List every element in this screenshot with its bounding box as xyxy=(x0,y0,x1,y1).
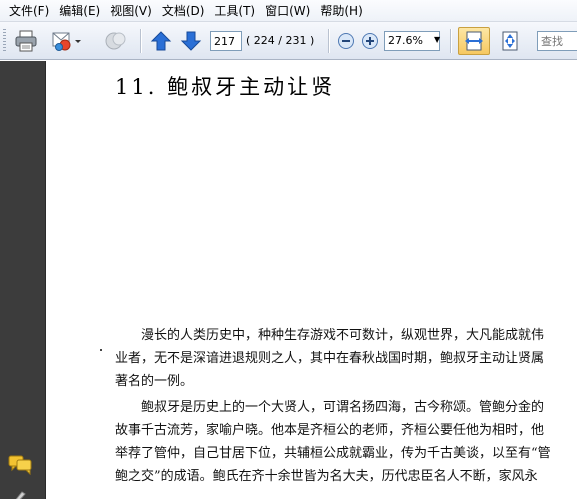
menu-edit[interactable]: 编辑(E) xyxy=(54,2,105,19)
prev-page-button[interactable] xyxy=(148,27,174,55)
text-line: 业者，无不是深谙进退规则之人，其中在春秋战国时期，鲍叔牙主动让贤属 xyxy=(115,351,545,366)
menu-window[interactable]: 窗口(W) xyxy=(260,2,315,19)
menu-document[interactable]: 文档(D) xyxy=(157,2,210,19)
menu-file[interactable]: 文件(F) xyxy=(4,2,54,19)
text-line: 举荐了管仲，自己甘居下位，共辅桓公成就霸业，传为千古美谈，以至有“管 xyxy=(115,446,551,461)
email-button[interactable] xyxy=(48,27,84,55)
zoom-select[interactable]: 27.6% xyxy=(384,31,440,51)
disabled-icon xyxy=(105,32,126,50)
document-page[interactable]: 11. 鲍叔牙主动让贤 漫长的人类历史中，种种生存游戏不可数计，纵观世界，大凡能… xyxy=(47,61,577,499)
page-number-input[interactable] xyxy=(210,31,242,51)
collaborate-button[interactable] xyxy=(102,27,130,55)
chapter-title: 11. 鲍叔牙主动让贤 xyxy=(115,75,336,99)
paragraph: 鲍叔牙是历史上的一个大贤人，可谓名扬四海，古今称颂。管鲍分金的 故事千古流芳，家… xyxy=(115,396,569,488)
comment-icon xyxy=(8,455,32,476)
text-line: 鲍叔牙是历史上的一个大贤人，可谓名扬四海，古今称颂。管鲍分金的 xyxy=(141,400,545,415)
page-total-label: ( 224 / 231 ) xyxy=(246,34,315,47)
search-input[interactable] xyxy=(537,31,577,51)
attachment-button[interactable] xyxy=(12,489,28,499)
zoom-in-icon xyxy=(362,33,378,49)
toolbar-separator xyxy=(140,29,141,53)
menu-bar: 文件(F) 编辑(E) 视图(V) 文档(D) 工具(T) 窗口(W) 帮助(H… xyxy=(0,0,577,22)
menu-view[interactable]: 视图(V) xyxy=(105,2,157,19)
comments-button[interactable] xyxy=(8,455,34,478)
text-line: 著名的一例。 xyxy=(115,374,194,389)
fit-page-icon xyxy=(502,31,518,51)
chevron-down-icon[interactable]: ▼ xyxy=(434,35,440,44)
zoom-in-button[interactable] xyxy=(360,27,380,55)
prev-page-icon xyxy=(150,31,172,51)
menu-tools[interactable]: 工具(T) xyxy=(209,2,260,19)
fit-page-button[interactable] xyxy=(496,27,524,55)
next-page-button[interactable] xyxy=(178,27,204,55)
text-line: 鲍之交”的成语。鲍氏在齐十余世皆为名大夫，历代忠臣名人不断，家风永 xyxy=(115,469,538,484)
printer-icon xyxy=(15,30,37,52)
zoom-out-icon xyxy=(338,33,354,49)
email-icon xyxy=(52,32,81,51)
pen-icon xyxy=(15,491,26,499)
menu-help[interactable]: 帮助(H) xyxy=(315,2,367,19)
print-button[interactable] xyxy=(12,27,40,55)
toolbar-separator xyxy=(450,29,451,53)
page-mark xyxy=(100,349,102,351)
toolbar: ( 224 / 231 ) 27.6% ▼ xyxy=(0,22,577,60)
navigation-pane xyxy=(0,61,46,499)
toolbar-separator xyxy=(328,29,329,53)
text-line: 故事千古流芳，家喻户晓。他本是齐桓公的老师，齐桓公要任他为相时，他 xyxy=(115,423,545,438)
zoom-out-button[interactable] xyxy=(336,27,356,55)
toolbar-grip[interactable] xyxy=(3,29,6,53)
fit-width-icon xyxy=(465,31,483,51)
text-line: 漫长的人类历史中，种种生存游戏不可数计，纵观世界，大凡能成就伟 xyxy=(141,328,545,343)
next-page-icon xyxy=(180,31,202,51)
paragraph: 漫长的人类历史中，种种生存游戏不可数计，纵观世界，大凡能成就伟 业者，无不是深谙… xyxy=(115,324,569,393)
fit-width-button[interactable] xyxy=(458,27,490,55)
